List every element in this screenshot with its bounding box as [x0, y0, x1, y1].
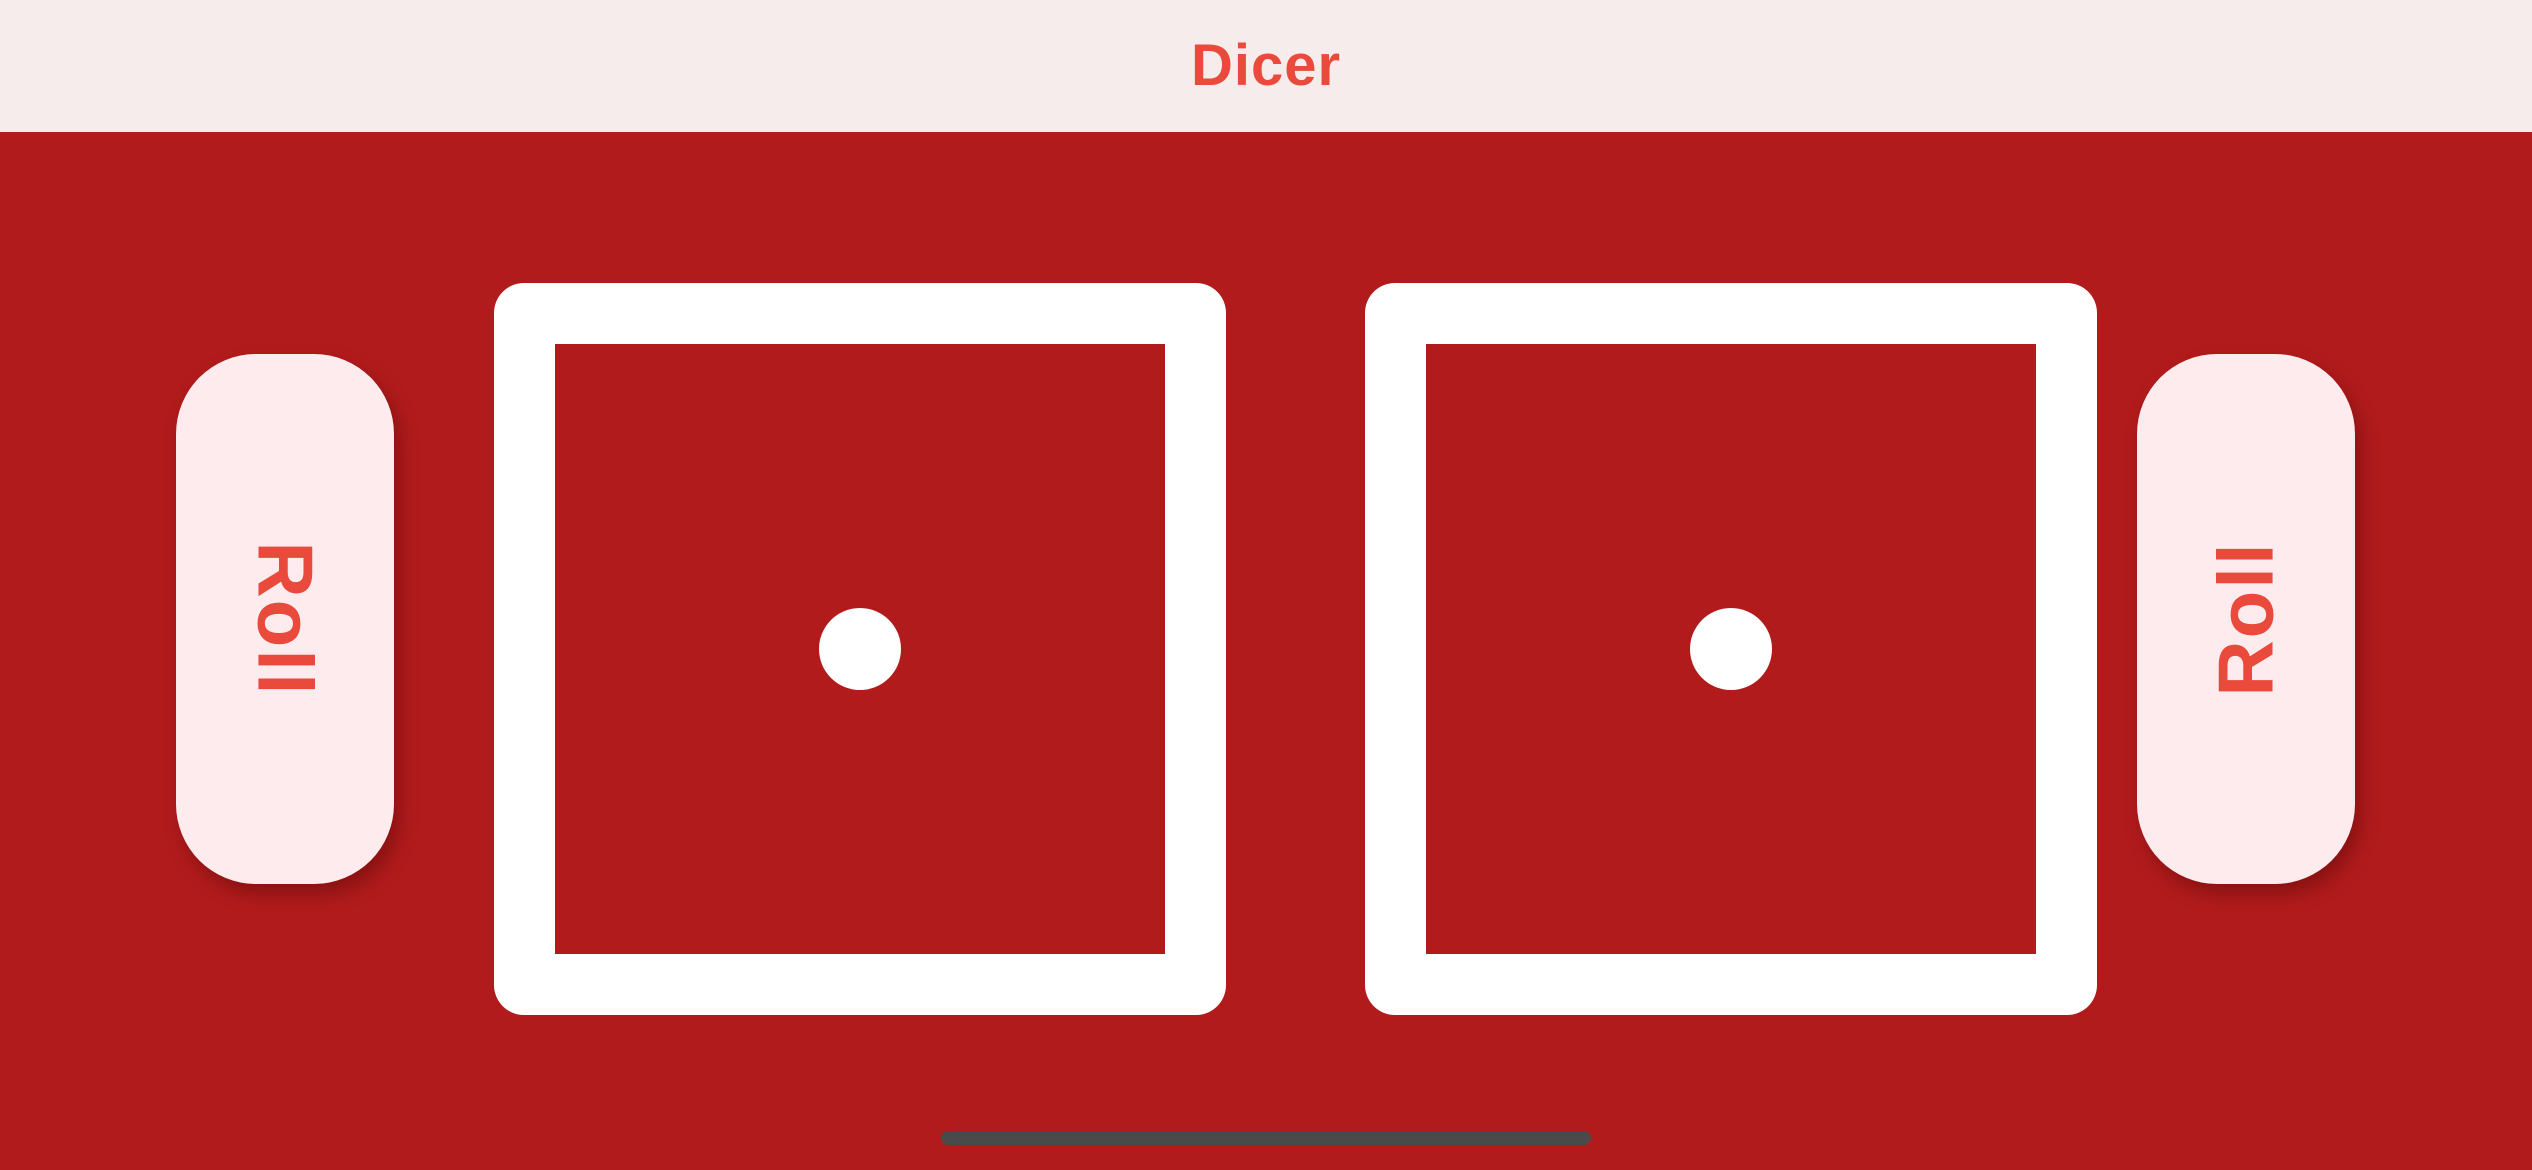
- roll-button-label: Roll: [2201, 541, 2290, 697]
- die-right: [1365, 283, 2097, 1015]
- die-pip: [1690, 608, 1772, 690]
- die-face: [555, 344, 1165, 954]
- die-left: [494, 283, 1226, 1015]
- die-face: [1426, 344, 2036, 954]
- navigation-bar: Dicer: [0, 0, 2532, 132]
- roll-button-left[interactable]: Roll: [176, 354, 394, 884]
- home-indicator[interactable]: [941, 1131, 1591, 1145]
- roll-button-right[interactable]: Roll: [2137, 354, 2355, 884]
- die-pip: [819, 608, 901, 690]
- roll-button-label: Roll: [241, 541, 330, 697]
- app-title: Dicer: [1190, 33, 1342, 98]
